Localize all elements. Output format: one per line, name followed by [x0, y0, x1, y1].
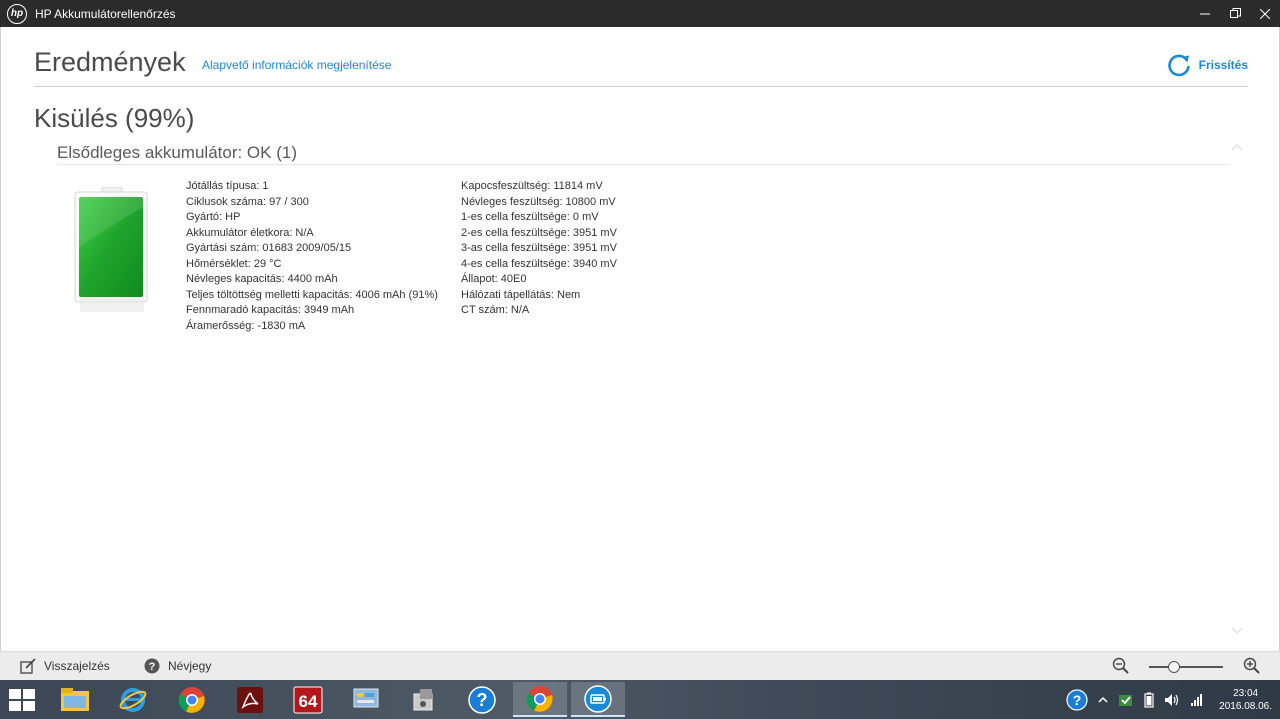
taskbar-help[interactable]: ?: [455, 682, 509, 717]
taskbar-internet-explorer[interactable]: [106, 682, 160, 717]
signal-bars-icon: [1191, 693, 1203, 706]
bottom-bar: Visszajelzés ? Névjegy: [0, 651, 1280, 680]
detail-row: Jótállás típusa: 1: [186, 180, 269, 192]
acrobat-icon: [237, 686, 263, 713]
zoom-in-icon[interactable]: [1243, 657, 1261, 675]
detail-row: 2-es cella feszültsége: 3951 mV: [461, 226, 617, 239]
restore-button[interactable]: [1220, 0, 1250, 27]
taskbar-chrome-active[interactable]: [513, 682, 567, 717]
battery-check-icon: [584, 684, 612, 713]
detail-row: 4-es cella feszültsége: 3940 mV: [461, 257, 617, 270]
primary-battery-header: Elsődleges akkumulátor: OK (1): [57, 143, 1229, 165]
help-circle-icon: ?: [144, 658, 160, 674]
results-header: Eredmények Alapvető információk megjelen…: [34, 47, 1248, 87]
detail-row: Hálózati tápellátás: Nem: [461, 288, 581, 301]
detail-row: Hőmérséklet: 29 °C: [186, 257, 282, 270]
detail-row: 1-es cella feszültsége: 0 mV: [461, 211, 599, 223]
primary-battery-status: Elsődleges akkumulátor: OK (1): [57, 143, 297, 162]
system-tray: ? 23:04 2016.08.06.: [1061, 684, 1272, 715]
taskbar-device-tool[interactable]: [397, 682, 451, 717]
detail-row: Áramerősség: -1830 mA: [186, 319, 306, 332]
help-icon: ?: [468, 685, 496, 714]
tray-help[interactable]: ?: [1066, 688, 1088, 711]
taskbar-clock[interactable]: 23:04 2016.08.06.: [1219, 687, 1272, 713]
battery-details-left: Jótállás típusa: 1 Ciklusok száma: 97 / …: [186, 179, 438, 334]
minimize-icon: [1200, 13, 1210, 14]
detail-row: Fennmaradó kapacitás: 3949 mAh: [186, 304, 355, 316]
refresh-button[interactable]: Frissítés: [1167, 53, 1248, 77]
detail-row: Teljes töltöttség melletti kapacitás: 40…: [186, 288, 438, 301]
about-button[interactable]: ? Névjegy: [144, 658, 211, 674]
feedback-icon: [20, 658, 36, 674]
folder-icon: [61, 687, 89, 711]
minimize-button[interactable]: [1190, 0, 1220, 27]
battery-details-right: Kapocsfeszültség: 11814 mV Névleges fesz…: [461, 179, 617, 319]
zoom-slider-thumb[interactable]: [1168, 661, 1180, 673]
detail-row: Akkumulátor életkora: N/A: [186, 226, 314, 239]
windows-start-icon[interactable]: [8, 688, 36, 712]
feedback-button[interactable]: Visszajelzés: [20, 658, 110, 674]
window-title: HP Akkumulátorellenőrzés: [35, 6, 176, 21]
page-title: Eredmények: [34, 47, 186, 77]
aida64-icon: 64: [293, 686, 323, 713]
tray-show-hidden[interactable]: [1098, 695, 1108, 705]
device-tool-icon: [413, 688, 433, 710]
about-label: Névjegy: [168, 659, 212, 673]
main-frame: Eredmények Alapvető információk megjelen…: [0, 27, 1280, 651]
detail-row: Névleges kapacitás: 4400 mAh: [186, 273, 338, 285]
taskbar: 64 ? ? 23:04 2016.08.06.: [0, 680, 1280, 719]
taskbar-chrome[interactable]: [165, 682, 219, 717]
chevron-up-icon[interactable]: [1229, 139, 1245, 155]
tray-security[interactable]: [1118, 692, 1134, 708]
detail-row: Gyártó: HP: [186, 211, 241, 223]
close-icon: [1260, 8, 1270, 19]
taskbar-battery-check[interactable]: [571, 682, 625, 717]
svg-text:?: ?: [149, 661, 156, 673]
control-panel-icon: [353, 688, 379, 707]
shield-check-icon: [1119, 694, 1133, 706]
taskbar-file-explorer[interactable]: [48, 682, 102, 717]
volume-icon: [1165, 693, 1179, 706]
refresh-icon: [1167, 54, 1190, 77]
detail-row: Kapocsfeszültség: 11814 mV: [461, 180, 603, 192]
tray-volume[interactable]: [1164, 693, 1180, 707]
restore-icon: [1229, 8, 1241, 18]
clock-date: 2016.08.06.: [1219, 700, 1272, 712]
taskbar-aida64[interactable]: 64: [281, 682, 335, 717]
chrome-icon: [178, 686, 205, 713]
tray-network[interactable]: [1190, 693, 1204, 707]
tray-battery[interactable]: [1144, 692, 1154, 708]
taskbar-acrobat[interactable]: [223, 682, 277, 717]
zoom-slider-track: [1149, 666, 1223, 668]
chevron-down-icon[interactable]: [1229, 623, 1245, 639]
close-button[interactable]: [1250, 0, 1280, 27]
svg-text:?: ?: [1073, 692, 1082, 708]
detail-row: Gyártási szám: 01683 2009/05/15: [186, 242, 352, 254]
hp-logo-text: hp: [10, 8, 24, 19]
hp-logo-icon: hp: [7, 3, 27, 24]
battery-tray-icon: [1144, 692, 1154, 708]
refresh-label: Frissítés: [1198, 58, 1248, 72]
window-controls: [1190, 0, 1280, 27]
internet-explorer-icon: [119, 687, 147, 712]
discharge-title: Kisülés (99%): [34, 103, 195, 133]
detail-row: Állapot: 40E0: [461, 273, 527, 285]
feedback-label: Visszajelzés: [44, 659, 110, 673]
basic-info-link[interactable]: Alapvető információk megjelenítése: [202, 58, 391, 72]
chrome-icon: [526, 685, 553, 712]
svg-text:64: 64: [299, 692, 318, 711]
detail-row: Névleges feszültség: 10800 mV: [461, 195, 616, 208]
battery-icon: [74, 187, 148, 312]
clock-time: 23:04: [1233, 687, 1259, 699]
chevron-up-icon: [1098, 696, 1108, 703]
zoom-slider[interactable]: [1149, 661, 1223, 673]
zoom-out-icon[interactable]: [1112, 657, 1130, 675]
detail-row: CT szám: N/A: [461, 304, 530, 316]
svg-text:?: ?: [477, 690, 488, 710]
detail-row: 3-as cella feszültsége: 3951 mV: [461, 242, 617, 254]
title-bar: hp HP Akkumulátorellenőrzés: [0, 0, 1280, 27]
detail-row: Ciklusok száma: 97 / 300: [186, 195, 309, 208]
taskbar-control-panel[interactable]: [339, 682, 393, 717]
help-icon: ?: [1066, 688, 1088, 711]
